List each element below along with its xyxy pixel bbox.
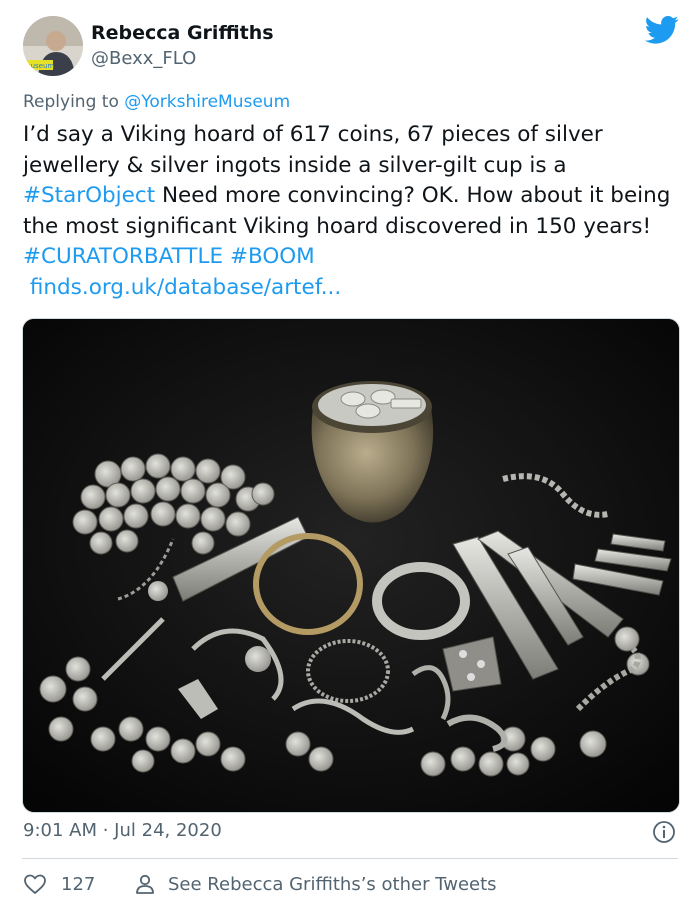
author-name[interactable]: Rebecca Griffiths [91, 22, 274, 44]
hashtag-starobject[interactable]: #StarObject [23, 183, 155, 208]
like-button[interactable]: 127 [23, 872, 95, 896]
avatar[interactable]: museum [23, 16, 83, 76]
hashtag-curatorbattle[interactable]: #CURATORBATTLE [23, 244, 223, 269]
tweet-photo[interactable] [22, 318, 680, 813]
reply-to-link[interactable]: @YorkshireMuseum [124, 92, 290, 112]
tweet-time: 9:01 AM [23, 820, 97, 841]
heart-icon [24, 874, 46, 894]
other-tweets-link[interactable]: See Rebecca Griffiths’s other Tweets [134, 872, 497, 896]
other-tweets-label: See Rebecca Griffiths’s other Tweets [168, 873, 497, 895]
tweet-timestamp[interactable]: 9:01 AM · Jul 24, 2020 [23, 820, 222, 841]
like-count: 127 [61, 873, 96, 895]
meta-separator: · [97, 820, 115, 841]
avatar-photo: museum [23, 16, 83, 76]
tweet-text-part-1: I’d say a Viking hoard of 617 coins, 67 … [23, 122, 603, 178]
divider [22, 858, 678, 859]
viking-hoard-image [23, 319, 679, 812]
person-icon [136, 874, 154, 894]
avatar-badge-text: museum [24, 62, 55, 70]
hashtag-boom[interactable]: #BOOM [230, 244, 315, 269]
reply-context: Replying to @YorkshireMuseum [23, 92, 290, 112]
author-handle[interactable]: @Bexx_FLO [91, 48, 196, 69]
info-icon[interactable] [652, 820, 676, 844]
reply-prefix: Replying to [23, 92, 125, 112]
tweet-link[interactable]: finds.org.uk/database/artef... [30, 275, 341, 300]
tweet-date: Jul 24, 2020 [114, 820, 222, 841]
twitter-bird-icon[interactable] [645, 15, 679, 45]
tweet-text: I’d say a Viking hoard of 617 coins, 67 … [23, 120, 685, 303]
